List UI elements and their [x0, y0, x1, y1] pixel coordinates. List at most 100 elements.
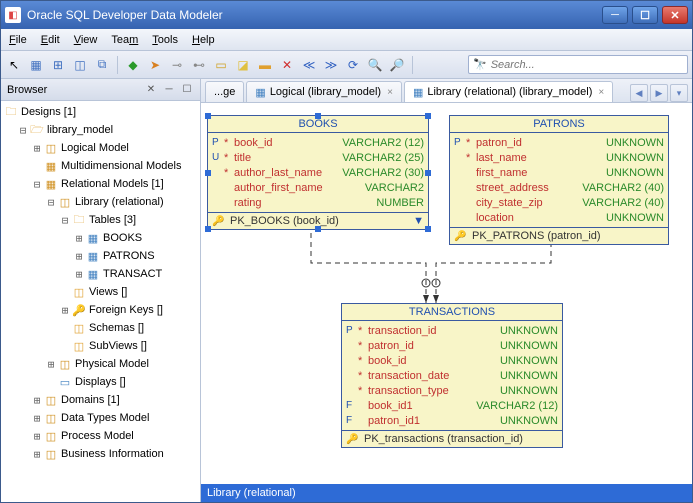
search-box[interactable]: 🔭: [468, 55, 688, 74]
zoom-in-icon[interactable]: 🔍: [366, 56, 384, 74]
tab-next-button[interactable]: ▶: [650, 84, 668, 102]
diagram-canvas[interactable]: BOOKS P*book_idVARCHAR2 (12)U*titleVARCH…: [201, 103, 692, 484]
column-row: street_addressVARCHAR2 (40): [454, 180, 664, 195]
menu-bar: File Edit View Team Tools Help: [1, 29, 692, 51]
tab-prev-button[interactable]: ◀: [630, 84, 648, 102]
entity-books[interactable]: BOOKS P*book_idVARCHAR2 (12)U*titleVARCH…: [207, 115, 429, 230]
title-bar: ◧ Oracle SQL Developer Data Modeler ─ ☐ …: [1, 1, 692, 29]
tree-foreign-keys[interactable]: ⊞🔑Foreign Keys []: [3, 301, 198, 319]
column-row: *transaction_dateUNKNOWN: [346, 368, 558, 383]
status-text: Library (relational): [207, 487, 296, 499]
first-icon[interactable]: ≪: [300, 56, 318, 74]
tree-multi-models[interactable]: ▦Multidimensional Models: [3, 157, 198, 175]
tree-library-model[interactable]: ⊟🗁library_model: [3, 121, 198, 139]
refresh-icon[interactable]: ⟳: [344, 56, 362, 74]
column-row: ratingNUMBER: [212, 195, 424, 210]
entity-patrons[interactable]: PATRONS P*patron_idUNKNOWN*last_nameUNKN…: [449, 115, 669, 245]
view-icon[interactable]: ◫: [71, 56, 89, 74]
key-icon: 🔑: [212, 216, 226, 227]
column-row: *patron_idUNKNOWN: [346, 338, 558, 353]
close-icon[interactable]: ×: [387, 87, 393, 98]
key-icon: 🔑: [454, 231, 468, 242]
note-icon[interactable]: ◪: [234, 56, 252, 74]
binoculars-icon: 🔭: [473, 58, 487, 71]
minimize-button[interactable]: ─: [602, 6, 628, 24]
panel-minimize-icon[interactable]: ─: [162, 83, 176, 97]
column-row: author_first_nameVARCHAR2: [212, 180, 424, 195]
pointer-icon[interactable]: ↖: [5, 56, 23, 74]
tree-table-patrons[interactable]: ⊞▦PATRONS: [3, 247, 198, 265]
tree-table-transactions[interactable]: ⊞▦TRANSACT: [3, 265, 198, 283]
column-row: U*titleVARCHAR2 (25): [212, 150, 424, 165]
arrow-icon[interactable]: ➤: [146, 56, 164, 74]
status-bar: Library (relational): [201, 484, 692, 502]
folder-icon[interactable]: ▬: [256, 56, 274, 74]
key-icon: 🔑: [346, 434, 360, 445]
menu-view[interactable]: View: [74, 34, 98, 46]
tree-subviews[interactable]: ◫SubViews []: [3, 337, 198, 355]
column-row: *last_nameUNKNOWN: [454, 150, 664, 165]
last-icon[interactable]: ≫: [322, 56, 340, 74]
panel-close-icon[interactable]: ✕: [144, 83, 158, 97]
green-icon[interactable]: ◆: [124, 56, 142, 74]
menu-help[interactable]: Help: [192, 34, 215, 46]
maximize-button[interactable]: ☐: [632, 6, 658, 24]
close-button[interactable]: ✕: [662, 6, 688, 24]
column-row: city_state_zipVARCHAR2 (40): [454, 195, 664, 210]
column-row: Fbook_id1VARCHAR2 (12): [346, 398, 558, 413]
toolbar: ↖ ▦ ⊞ ◫ ⧉ ◆ ➤ ⊸ ⊷ ▭ ◪ ▬ ✕ ≪ ≫ ⟳ 🔍 🔎 🔭: [1, 51, 692, 79]
column-row: P*patron_idUNKNOWN: [454, 135, 664, 150]
tab-logical[interactable]: ▦Logical (library_model)×: [246, 81, 402, 102]
browser-header: Browser ✕ ─ ☐: [1, 79, 200, 101]
browser-tree[interactable]: 🗀Designs [1] ⊟🗁library_model ⊞◫Logical M…: [1, 101, 200, 502]
zoom-out-icon[interactable]: 🔎: [388, 56, 406, 74]
app-title: Oracle SQL Developer Data Modeler: [27, 8, 602, 22]
box-icon[interactable]: ▭: [212, 56, 230, 74]
column-row: Fpatron_id1UNKNOWN: [346, 413, 558, 428]
column-row: P*transaction_idUNKNOWN: [346, 323, 558, 338]
delete-icon[interactable]: ✕: [278, 56, 296, 74]
column-row: P*book_idVARCHAR2 (12): [212, 135, 424, 150]
column-row: *author_last_nameVARCHAR2 (30): [212, 165, 424, 180]
close-icon[interactable]: ×: [598, 87, 604, 98]
tree-business[interactable]: ⊞◫Business Information: [3, 445, 198, 463]
table-icon[interactable]: ⊞: [49, 56, 67, 74]
tab-ge[interactable]: ...ge: [205, 81, 244, 102]
split-icon[interactable]: ⧉: [93, 56, 111, 74]
entity-pk: PK_transactions (transaction_id): [364, 433, 523, 445]
link2-icon[interactable]: ⊷: [190, 56, 208, 74]
tree-domains[interactable]: ⊞◫Domains [1]: [3, 391, 198, 409]
link1-icon[interactable]: ⊸: [168, 56, 186, 74]
grid-icon[interactable]: ▦: [27, 56, 45, 74]
tree-relational-models[interactable]: ⊟▦Relational Models [1]: [3, 175, 198, 193]
column-row: *transaction_typeUNKNOWN: [346, 383, 558, 398]
column-row: locationUNKNOWN: [454, 210, 664, 225]
tree-table-books[interactable]: ⊞▦BOOKS: [3, 229, 198, 247]
menu-edit[interactable]: Edit: [41, 34, 60, 46]
tree-tables[interactable]: ⊟🗀Tables [3]: [3, 211, 198, 229]
tree-datatypes[interactable]: ⊞◫Data Types Model: [3, 409, 198, 427]
tree-physical-model[interactable]: ⊞◫Physical Model: [3, 355, 198, 373]
tree-designs[interactable]: 🗀Designs [1]: [3, 103, 198, 121]
browser-panel: Browser ✕ ─ ☐ 🗀Designs [1] ⊟🗁library_mod…: [1, 79, 201, 502]
menu-tools[interactable]: Tools: [152, 34, 178, 46]
tab-library-relational[interactable]: ▦Library (relational) (library_model)×: [404, 81, 613, 102]
column-row: first_nameUNKNOWN: [454, 165, 664, 180]
search-input[interactable]: [491, 59, 683, 71]
tree-library-relational[interactable]: ⊟◫Library (relational): [3, 193, 198, 211]
tree-views[interactable]: ◫Views []: [3, 283, 198, 301]
entity-title: PATRONS: [450, 116, 668, 133]
tree-logical-model[interactable]: ⊞◫Logical Model: [3, 139, 198, 157]
app-icon: ◧: [5, 7, 21, 23]
canvas-area: ...ge ▦Logical (library_model)× ▦Library…: [201, 79, 692, 502]
entity-pk: PK_BOOKS (book_id): [230, 215, 339, 227]
editor-tabs: ...ge ▦Logical (library_model)× ▦Library…: [201, 79, 692, 103]
menu-file[interactable]: File: [9, 34, 27, 46]
tab-list-button[interactable]: ▾: [670, 84, 688, 102]
tree-displays[interactable]: ▭Displays []: [3, 373, 198, 391]
entity-transactions[interactable]: TRANSACTIONS P*transaction_idUNKNOWN*pat…: [341, 303, 563, 448]
panel-restore-icon[interactable]: ☐: [180, 83, 194, 97]
tree-process[interactable]: ⊞◫Process Model: [3, 427, 198, 445]
tree-schemas[interactable]: ◫Schemas []: [3, 319, 198, 337]
menu-team[interactable]: Team: [111, 34, 138, 46]
